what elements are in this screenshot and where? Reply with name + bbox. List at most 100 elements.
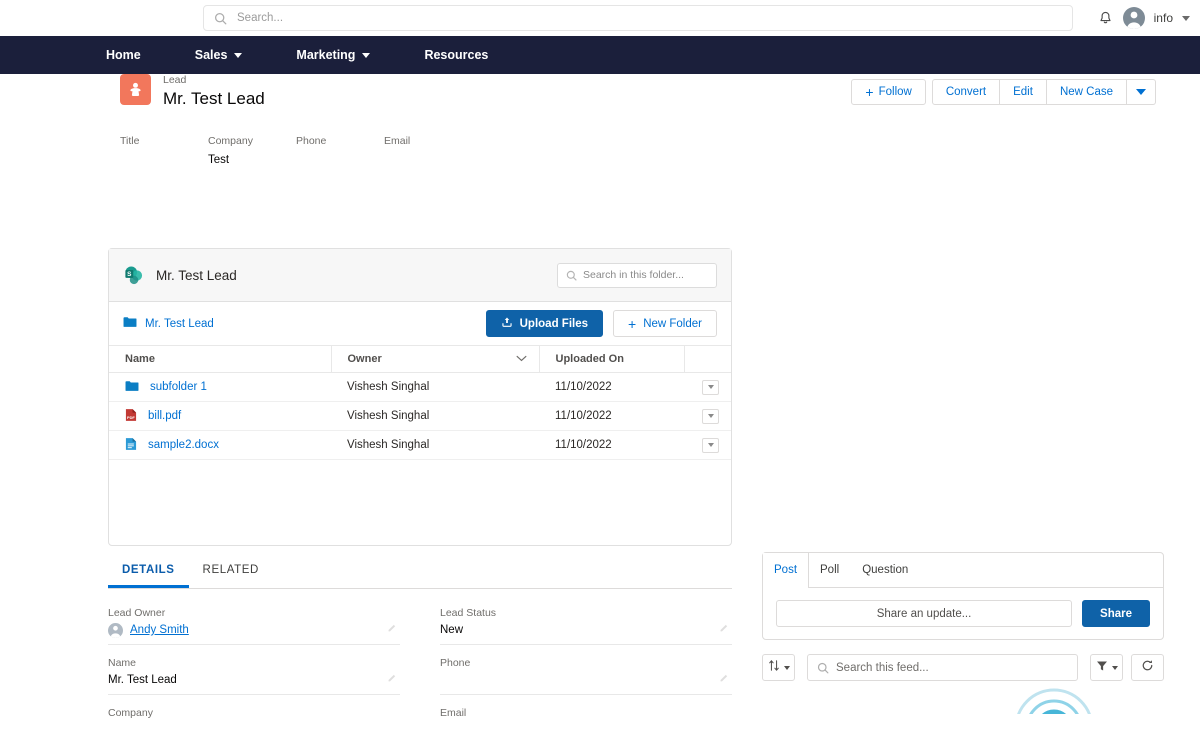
compact-field-company: Company Test (208, 134, 296, 168)
edit-button[interactable]: Edit (1000, 79, 1047, 105)
avatar[interactable] (1123, 7, 1145, 29)
feed-search[interactable] (807, 654, 1078, 681)
cell-name: sample2.docx (109, 431, 331, 460)
tab-label: DETAILS (122, 564, 175, 576)
convert-button-label: Convert (946, 86, 986, 98)
feed-filter-button[interactable] (1090, 654, 1123, 681)
row-menu-button[interactable] (702, 438, 719, 453)
search-input[interactable] (237, 12, 1062, 24)
upload-files-button[interactable]: Upload Files (486, 310, 603, 337)
breadcrumb-link[interactable]: Mr. Test Lead (145, 318, 214, 330)
edit-pencil-icon[interactable] (387, 620, 398, 638)
nav-item-label: Sales (195, 48, 228, 62)
app-navigation-bar: Home Sales Marketing Resources (0, 36, 1200, 74)
table-row[interactable]: subfolder 1 Vishesh Singhal 11/10/2022 (109, 373, 731, 402)
cell-row-actions (684, 431, 731, 460)
edit-pencil-icon[interactable] (719, 670, 730, 688)
chatter-tabs: Post Poll Question (763, 553, 1163, 588)
compact-field-phone: Phone (296, 134, 384, 168)
plus-icon: + (628, 317, 636, 331)
plus-icon: + (865, 85, 873, 99)
field-label: Lead Status (440, 605, 732, 621)
field-label: Name (108, 655, 400, 671)
files-table: Name Owner Uploaded On (109, 345, 731, 460)
tab-related[interactable]: RELATED (189, 558, 273, 588)
share-button[interactable]: Share (1082, 600, 1150, 627)
follow-button[interactable]: + Follow (851, 79, 925, 105)
chatter-publisher-body: Share (763, 588, 1163, 639)
share-update-field[interactable] (776, 600, 1072, 627)
field-label: Phone (440, 655, 732, 671)
column-header-name[interactable]: Name (109, 346, 331, 373)
refresh-icon (1141, 659, 1154, 677)
field-value (108, 721, 400, 739)
doc-file-icon (125, 437, 137, 454)
column-header-uploaded-on[interactable]: Uploaded On (539, 346, 684, 373)
chevron-down-icon[interactable] (1182, 16, 1190, 21)
record-header: Lead Mr. Test Lead Title Company Test Ph… (0, 74, 1200, 194)
caret-down-icon (1112, 666, 1118, 670)
lead-icon (120, 74, 151, 105)
svg-text:PDF: PDF (127, 414, 135, 419)
table-row[interactable]: PDF bill.pdf Vishesh Singhal 11/10/2022 (109, 402, 731, 431)
svg-text:S: S (127, 271, 132, 278)
caret-down-icon (708, 414, 714, 418)
row-menu-button[interactable] (702, 409, 719, 424)
nav-item-home[interactable]: Home (106, 36, 165, 74)
edit-pencil-icon[interactable] (387, 670, 398, 688)
file-name-link[interactable]: sample2.docx (148, 439, 219, 451)
cell-uploaded-on: 11/10/2022 (539, 431, 684, 460)
search-icon (214, 12, 227, 25)
column-label: Name (125, 353, 155, 365)
cell-name: subfolder 1 (109, 373, 331, 402)
chevron-down-icon[interactable] (516, 353, 527, 365)
nav-item-label: Resources (424, 48, 488, 62)
chatter-tab-post[interactable]: Post (763, 553, 809, 588)
global-search[interactable] (203, 5, 1073, 31)
folder-search-input[interactable] (583, 269, 718, 281)
edit-pencil-icon[interactable] (719, 620, 730, 638)
table-row[interactable]: sample2.docx Vishesh Singhal 11/10/2022 (109, 431, 731, 460)
column-header-owner[interactable]: Owner (331, 346, 539, 373)
record-identity: Lead Mr. Test Lead (120, 74, 265, 110)
field-phone[interactable]: Phone (440, 655, 732, 695)
feed-sort-button[interactable] (762, 654, 795, 681)
file-name-link[interactable]: subfolder 1 (150, 381, 207, 393)
field-value (384, 152, 472, 168)
caret-down-icon (1136, 89, 1146, 95)
field-value: New (440, 621, 732, 639)
field-label: Email (384, 134, 472, 149)
column-header-actions (684, 346, 731, 373)
field-lead-owner[interactable]: Lead Owner Andy Smith (108, 605, 400, 645)
share-button-label: Share (1100, 608, 1132, 620)
upload-icon (501, 316, 513, 331)
new-folder-button[interactable]: + New Folder (613, 310, 717, 337)
field-name[interactable]: Name Mr. Test Lead (108, 655, 400, 695)
cell-name: PDF bill.pdf (109, 402, 331, 431)
nav-item-resources[interactable]: Resources (424, 36, 512, 74)
folder-search[interactable] (557, 263, 717, 288)
chatter-tab-poll[interactable]: Poll (809, 553, 851, 587)
nav-item-marketing[interactable]: Marketing (296, 36, 394, 74)
row-menu-button[interactable] (702, 380, 719, 395)
compact-field-title: Title (120, 134, 208, 168)
nav-item-sales[interactable]: Sales (195, 36, 267, 74)
feed-refresh-button[interactable] (1131, 654, 1164, 681)
new-case-button[interactable]: New Case (1047, 79, 1127, 105)
chatter-panel: Post Poll Question Share (762, 552, 1164, 681)
user-name-label: info (1154, 11, 1173, 25)
bell-icon[interactable] (1097, 10, 1114, 27)
more-actions-button[interactable] (1127, 79, 1156, 105)
chatter-tab-question[interactable]: Question (851, 553, 920, 587)
lead-owner-link[interactable]: Andy Smith (130, 621, 189, 639)
share-update-input[interactable] (777, 608, 1071, 620)
record-type-label: Lead (163, 74, 265, 87)
caret-down-icon (784, 666, 790, 670)
feed-search-input[interactable] (836, 662, 1068, 674)
field-lead-status[interactable]: Lead Status New (440, 605, 732, 645)
file-name-link[interactable]: bill.pdf (148, 410, 181, 422)
new-folder-label: New Folder (643, 318, 702, 330)
tab-details[interactable]: DETAILS (108, 558, 189, 588)
convert-button[interactable]: Convert (932, 79, 1000, 105)
column-label: Uploaded On (556, 353, 624, 365)
